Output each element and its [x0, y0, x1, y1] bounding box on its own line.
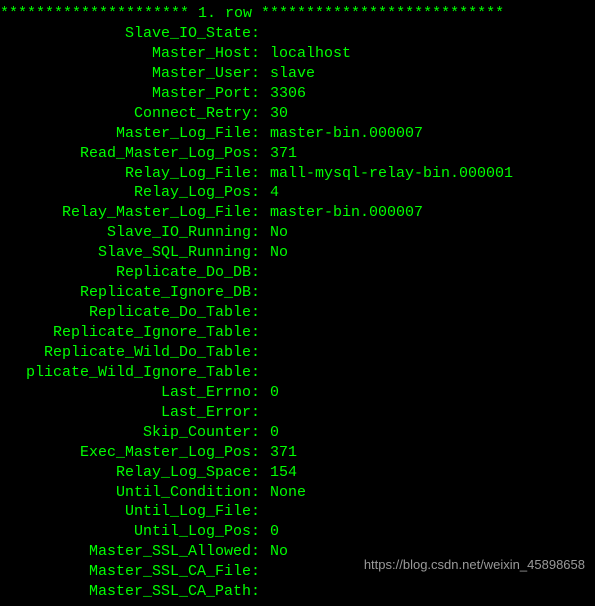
status-row: Slave_IO_Running:No: [0, 223, 595, 243]
status-label: Master_SSL_CA_File:: [0, 562, 260, 582]
result-header: ********************* 1. row ***********…: [0, 4, 595, 24]
status-row: Master_Host:localhost: [0, 44, 595, 64]
status-value: slave: [260, 64, 315, 84]
status-label: Last_Error:: [0, 403, 260, 423]
status-row: Last_Errno:0: [0, 383, 595, 403]
status-label: Master_SSL_CA_Path:: [0, 582, 260, 602]
status-label: Relay_Master_Log_File:: [0, 203, 260, 223]
status-row: Replicate_Do_DB:: [0, 263, 595, 283]
status-value: 30: [260, 104, 288, 124]
status-row: Relay_Log_File:mall-mysql-relay-bin.0000…: [0, 164, 595, 184]
status-value: No: [260, 542, 288, 562]
status-rows: Slave_IO_State:Master_Host:localhostMast…: [0, 24, 595, 602]
status-label: Until_Condition:: [0, 483, 260, 503]
status-label: Skip_Counter:: [0, 423, 260, 443]
status-label: Read_Master_Log_Pos:: [0, 144, 260, 164]
status-value: [260, 263, 270, 283]
status-value: 4: [260, 183, 279, 203]
status-value: master-bin.000007: [260, 124, 423, 144]
status-value: 3306: [260, 84, 306, 104]
status-row: Replicate_Do_Table:: [0, 303, 595, 323]
status-label: Relay_Log_File:: [0, 164, 260, 184]
status-row: Master_SSL_CA_Path:: [0, 582, 595, 602]
status-label: Last_Errno:: [0, 383, 260, 403]
status-value: [260, 582, 270, 602]
status-value: mall-mysql-relay-bin.000001: [260, 164, 513, 184]
status-label: Exec_Master_Log_Pos:: [0, 443, 260, 463]
status-row: Replicate_Ignore_DB:: [0, 283, 595, 303]
status-label: Slave_IO_Running:: [0, 223, 260, 243]
status-value: [260, 343, 270, 363]
status-row: Until_Condition:None: [0, 483, 595, 503]
status-row: plicate_Wild_Ignore_Table:: [0, 363, 595, 383]
status-label: Replicate_Ignore_DB:: [0, 283, 260, 303]
status-label: Replicate_Wild_Do_Table:: [0, 343, 260, 363]
status-label: plicate_Wild_Ignore_Table:: [0, 363, 260, 383]
status-row: Master_User:slave: [0, 64, 595, 84]
status-row: Relay_Log_Space:154: [0, 463, 595, 483]
status-label: Master_User:: [0, 64, 260, 84]
terminal-output: ********************* 1. row ***********…: [0, 0, 595, 606]
status-value: [260, 562, 270, 582]
status-value: [260, 283, 270, 303]
status-row: Last_Error:: [0, 403, 595, 423]
status-value: 0: [260, 423, 279, 443]
status-value: [260, 303, 270, 323]
status-value: [260, 403, 270, 423]
status-label: Until_Log_File:: [0, 502, 260, 522]
status-row: Slave_IO_State:: [0, 24, 595, 44]
status-row: Skip_Counter:0: [0, 423, 595, 443]
status-label: Relay_Log_Space:: [0, 463, 260, 483]
status-value: [260, 363, 270, 383]
status-value: master-bin.000007: [260, 203, 423, 223]
status-value: 371: [260, 144, 297, 164]
status-row: Relay_Log_Pos:4: [0, 183, 595, 203]
status-value: [260, 502, 270, 522]
status-label: Replicate_Do_Table:: [0, 303, 260, 323]
status-value: 0: [260, 383, 279, 403]
status-label: Connect_Retry:: [0, 104, 260, 124]
status-value: localhost: [260, 44, 351, 64]
status-row: Exec_Master_Log_Pos:371: [0, 443, 595, 463]
status-label: Relay_Log_Pos:: [0, 183, 260, 203]
status-value: 0: [260, 522, 279, 542]
status-row: Master_Port:3306: [0, 84, 595, 104]
status-value: 371: [260, 443, 297, 463]
status-value: No: [260, 223, 288, 243]
watermark-text: https://blog.csdn.net/weixin_45898658: [364, 556, 585, 573]
status-row: Slave_SQL_Running:No: [0, 243, 595, 263]
status-label: Replicate_Do_DB:: [0, 263, 260, 283]
status-value: 154: [260, 463, 297, 483]
status-label: Slave_SQL_Running:: [0, 243, 260, 263]
status-label: Slave_IO_State:: [0, 24, 260, 44]
status-row: Replicate_Ignore_Table:: [0, 323, 595, 343]
status-row: Replicate_Wild_Do_Table:: [0, 343, 595, 363]
status-label: Master_SSL_Allowed:: [0, 542, 260, 562]
status-value: [260, 24, 270, 44]
status-label: Master_Host:: [0, 44, 260, 64]
status-label: Replicate_Ignore_Table:: [0, 323, 260, 343]
status-row: Read_Master_Log_Pos:371: [0, 144, 595, 164]
status-row: Until_Log_File:: [0, 502, 595, 522]
status-value: No: [260, 243, 288, 263]
status-row: Until_Log_Pos:0: [0, 522, 595, 542]
status-label: Until_Log_Pos:: [0, 522, 260, 542]
status-value: [260, 323, 270, 343]
status-value: None: [260, 483, 306, 503]
status-label: Master_Log_File:: [0, 124, 260, 144]
status-label: Master_Port:: [0, 84, 260, 104]
status-row: Master_Log_File:master-bin.000007: [0, 124, 595, 144]
status-row: Connect_Retry:30: [0, 104, 595, 124]
status-row: Relay_Master_Log_File:master-bin.000007: [0, 203, 595, 223]
